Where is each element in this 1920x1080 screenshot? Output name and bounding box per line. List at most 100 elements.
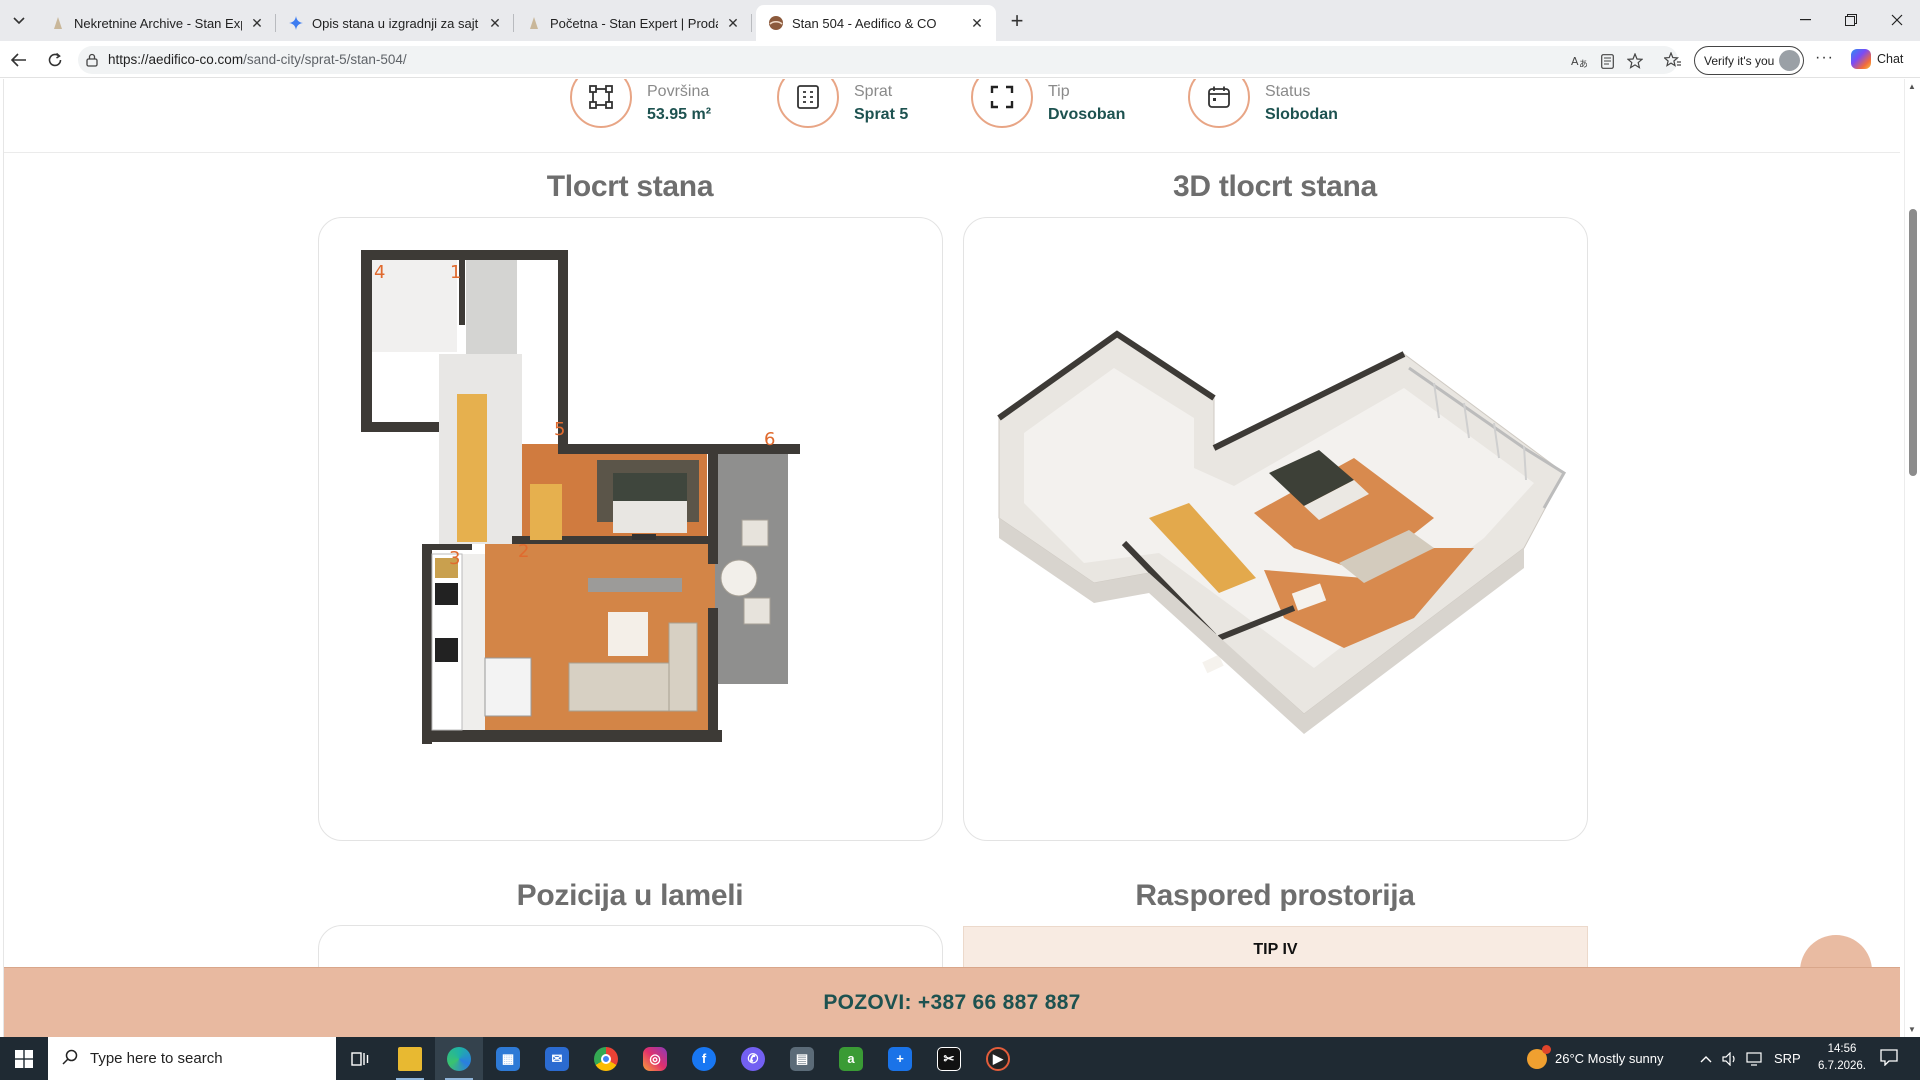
stat-area: Površina 53.95 m² [570,79,711,128]
floorplan-3d-image [997,330,1567,734]
more-options-icon[interactable]: ··· [1815,49,1834,67]
verify-profile-button[interactable]: Verify it's you [1694,46,1804,75]
weather-icon [1527,1044,1551,1069]
chat-label: Chat [1877,52,1904,66]
instagram-icon[interactable]: ◎ [631,1037,679,1080]
url-text: https://aedifico-co.com/sand-city/sprat-… [108,52,407,67]
edge-browser-icon[interactable] [435,1037,483,1080]
language-text: SRP [1774,1051,1801,1066]
search-icon [62,1049,78,1069]
copilot-icon [1851,49,1871,69]
evernote-icon[interactable]: a [827,1037,875,1080]
svg-text:あ: あ [1579,59,1587,68]
stat-type: Tip Dvosoban [971,79,1125,128]
plus-app-icon[interactable]: + [876,1037,924,1080]
browser-tab-strip: Nekretnine Archive - Stan Expert | ✕ Opi… [0,0,1920,41]
taskbar-search-box[interactable]: Type here to search [48,1037,336,1080]
copilot-chat-button[interactable]: Chat [1851,49,1903,69]
position-title: Pozicija u lameli [516,879,744,912]
tab-list-icon[interactable] [6,9,32,33]
reader-mode-icon[interactable] [1598,52,1616,70]
browser-toolbar: https://aedifico-co.com/sand-city/sprat-… [0,41,1920,78]
address-bar[interactable]: https://aedifico-co.com/sand-city/sprat-… [78,46,1678,74]
page-scrollbar[interactable]: ▲ ▼ [1904,79,1920,1037]
reload-icon[interactable] [42,47,68,73]
back-arrow-icon[interactable] [6,47,32,73]
call-bar[interactable]: POZOVI: +387 66 887 887 [4,967,1900,1037]
stat-label: Površina [647,82,710,100]
facebook-icon[interactable]: f [680,1037,728,1080]
floorplan-2d-card[interactable]: 4 1 5 6 3 2 [318,217,943,841]
stat-value: Slobodan [1265,105,1338,123]
microsoft-store-icon[interactable]: ▦ [484,1037,532,1080]
lock-icon[interactable] [86,53,98,72]
tab-title: Početna - Stan Expert | Prodaja i iz [550,15,718,31]
weather-widget[interactable]: 26°C Mostly sunny [1527,1037,1664,1080]
favorites-icon[interactable] [1664,51,1682,69]
file-explorer-icon[interactable] [386,1037,434,1080]
volume-icon[interactable] [1722,1037,1738,1080]
mail-icon[interactable]: ✉ [533,1037,581,1080]
language-indicator[interactable]: SRP [1774,1037,1801,1080]
floorplan-3d-card[interactable] [963,217,1588,841]
stat-label: Status [1265,82,1311,100]
taskbar-clock[interactable]: 14:56 6.7.2026. [1814,1041,1870,1075]
capcut-icon[interactable]: ✂ [925,1037,973,1080]
floorplan-2d-image: 4 1 5 6 3 2 [361,250,800,744]
apartment-stats-bar: Površina 53.95 m² Sprat Sprat 5 Tip Dvos… [4,79,1900,153]
media-player-icon[interactable]: ▶ [974,1037,1022,1080]
tab-title: Nekretnine Archive - Stan Expert | [74,15,242,31]
call-phone-link[interactable]: POZOVI: +387 66 887 887 [823,991,1080,1015]
stat-status: Status Slobodan [1188,79,1338,128]
translate-icon[interactable]: Aあ [1570,52,1588,70]
room-number-2: 2 [518,541,529,562]
tab-title: Stan 504 - Aedifico & CO [792,15,937,31]
windows-start-icon[interactable] [0,1037,48,1080]
page-border [3,79,4,1037]
page-favicon-icon [526,15,542,31]
page-favicon-icon [50,15,66,31]
minimize-window-icon[interactable] [1782,0,1828,40]
new-tab-button[interactable]: + [1003,8,1031,33]
stat-value: Dvosoban [1048,105,1126,123]
chrome-icon[interactable] [582,1037,630,1080]
rooms-type-label: TIP IV [1253,941,1298,958]
rooms-title: Raspored prostorija [1135,879,1415,912]
stat-value: Sprat 5 [854,105,909,123]
show-hidden-icons[interactable] [1700,1037,1712,1080]
close-tab-icon[interactable]: ✕ [724,14,742,32]
room-number-3: 3 [449,548,460,569]
scroll-down-arrow-icon[interactable]: ▼ [1908,1025,1916,1034]
room-number-1: 1 [450,262,461,283]
page-viewport: Površina 53.95 m² Sprat Sprat 5 Tip Dvos… [0,79,1920,1037]
tab-pocetna[interactable]: Početna - Stan Expert | Prodaja i iz ✕ [514,5,752,41]
close-tab-icon[interactable]: ✕ [248,14,266,32]
svg-text:A: A [1571,55,1579,68]
tab-nekretnine[interactable]: Nekretnine Archive - Stan Expert | ✕ [38,5,276,41]
clock-time: 14:56 [1827,1043,1857,1055]
floorplan-3d-title: 3D tlocrt stana [1173,170,1377,203]
restore-window-icon[interactable] [1828,0,1874,40]
favorite-star-icon[interactable] [1626,52,1644,70]
calculator-icon[interactable]: ▤ [778,1037,826,1080]
viber-icon[interactable]: ✆ [729,1037,777,1080]
close-window-icon[interactable] [1874,0,1920,40]
stat-floor: Sprat Sprat 5 [777,79,908,128]
gemini-favicon-icon [288,15,304,31]
scroll-up-arrow-icon[interactable]: ▲ [1908,82,1916,91]
network-icon[interactable] [1746,1037,1764,1080]
calendar-icon [1188,79,1250,128]
stat-label: Sprat [854,82,893,100]
weather-text: 26°C Mostly sunny [1555,1051,1664,1066]
tab-google-doc[interactable]: Opis stana u izgradnji za sajt - Goo ✕ [276,5,514,41]
notifications-icon[interactable] [1880,1048,1900,1068]
task-view-icon[interactable] [336,1037,384,1080]
stat-value: 53.95 m² [647,105,712,123]
verify-label: Verify it's you [1704,53,1775,68]
windows-taskbar: Type here to search ▦ ✉ ◎ f ✆ ▤ a + ✂ ▶ [0,1037,1920,1080]
tab-stan-504[interactable]: Stan 504 - Aedifico & CO ✕ [756,5,996,41]
close-tab-icon[interactable]: ✕ [486,14,504,32]
close-tab-icon[interactable]: ✕ [968,14,986,32]
scrollbar-thumb[interactable] [1909,209,1917,476]
room-number-4: 4 [374,262,385,283]
